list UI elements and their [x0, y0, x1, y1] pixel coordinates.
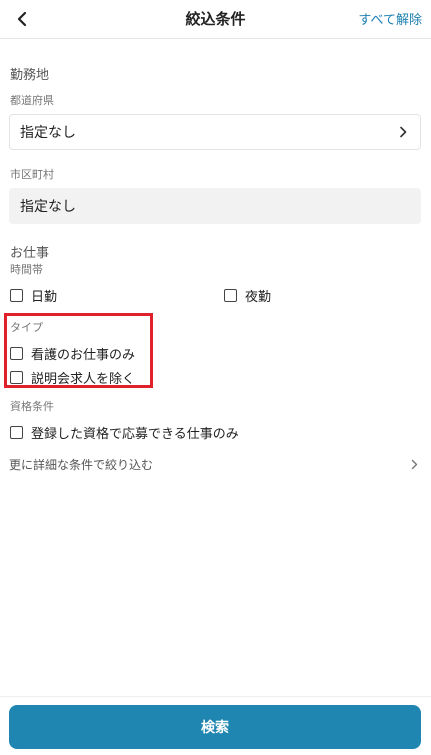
checkbox-nursing-only[interactable]: 看護のお仕事のみ — [10, 344, 135, 363]
checkbox-box[interactable] — [224, 289, 237, 302]
section-title-job: お仕事 — [10, 246, 50, 261]
checkbox-exclude-info-session[interactable]: 説明会求人を除く — [10, 368, 135, 387]
checkbox-label: 日勤 — [31, 290, 58, 305]
prefecture-label: 都道府県 — [10, 94, 54, 107]
checkbox-qualified-only[interactable]: 登録した資格で応募できる仕事のみ — [10, 423, 239, 442]
time-slot-label: 時間帯 — [10, 263, 43, 276]
checkbox-box[interactable] — [10, 426, 23, 439]
chevron-right-icon — [410, 458, 418, 470]
city-select: 指定なし — [9, 188, 421, 224]
checkbox-box[interactable] — [10, 371, 23, 384]
checkbox-box[interactable] — [10, 289, 23, 302]
search-button[interactable]: 検索 — [9, 705, 421, 749]
detailed-filter-label: 更に詳細な条件で絞り込む — [9, 457, 154, 472]
qualification-label: 資格条件 — [10, 400, 54, 413]
city-select-value: 指定なし — [20, 199, 76, 215]
type-label: タイプ — [10, 321, 43, 334]
section-title-work-location: 勤務地 — [10, 68, 50, 83]
checkbox-label: 説明会求人を除く — [31, 372, 136, 387]
city-label: 市区町村 — [10, 168, 54, 181]
chevron-right-icon — [398, 125, 408, 139]
header-bar: 絞込条件 すべて解除 — [0, 0, 431, 39]
checkbox-label: 看護のお仕事のみ — [31, 348, 136, 363]
checkbox-box[interactable] — [10, 347, 23, 360]
checkbox-label: 夜勤 — [245, 290, 272, 305]
bottom-action-bar: 検索 — [0, 696, 431, 755]
filter-page: 絞込条件 すべて解除 勤務地 都道府県 指定なし 市区町村 指定なし お仕事 時… — [0, 0, 431, 755]
checkbox-label: 登録した資格で応募できる仕事のみ — [31, 427, 239, 442]
prefecture-select-value: 指定なし — [20, 125, 76, 141]
clear-all-button[interactable]: すべて解除 — [358, 9, 422, 28]
checkbox-day-shift[interactable]: 日勤 — [10, 286, 57, 305]
detailed-filter-link[interactable]: 更に詳細な条件で絞り込む — [9, 452, 420, 476]
prefecture-select[interactable]: 指定なし — [9, 114, 421, 150]
checkbox-night-shift[interactable]: 夜勤 — [224, 286, 271, 305]
